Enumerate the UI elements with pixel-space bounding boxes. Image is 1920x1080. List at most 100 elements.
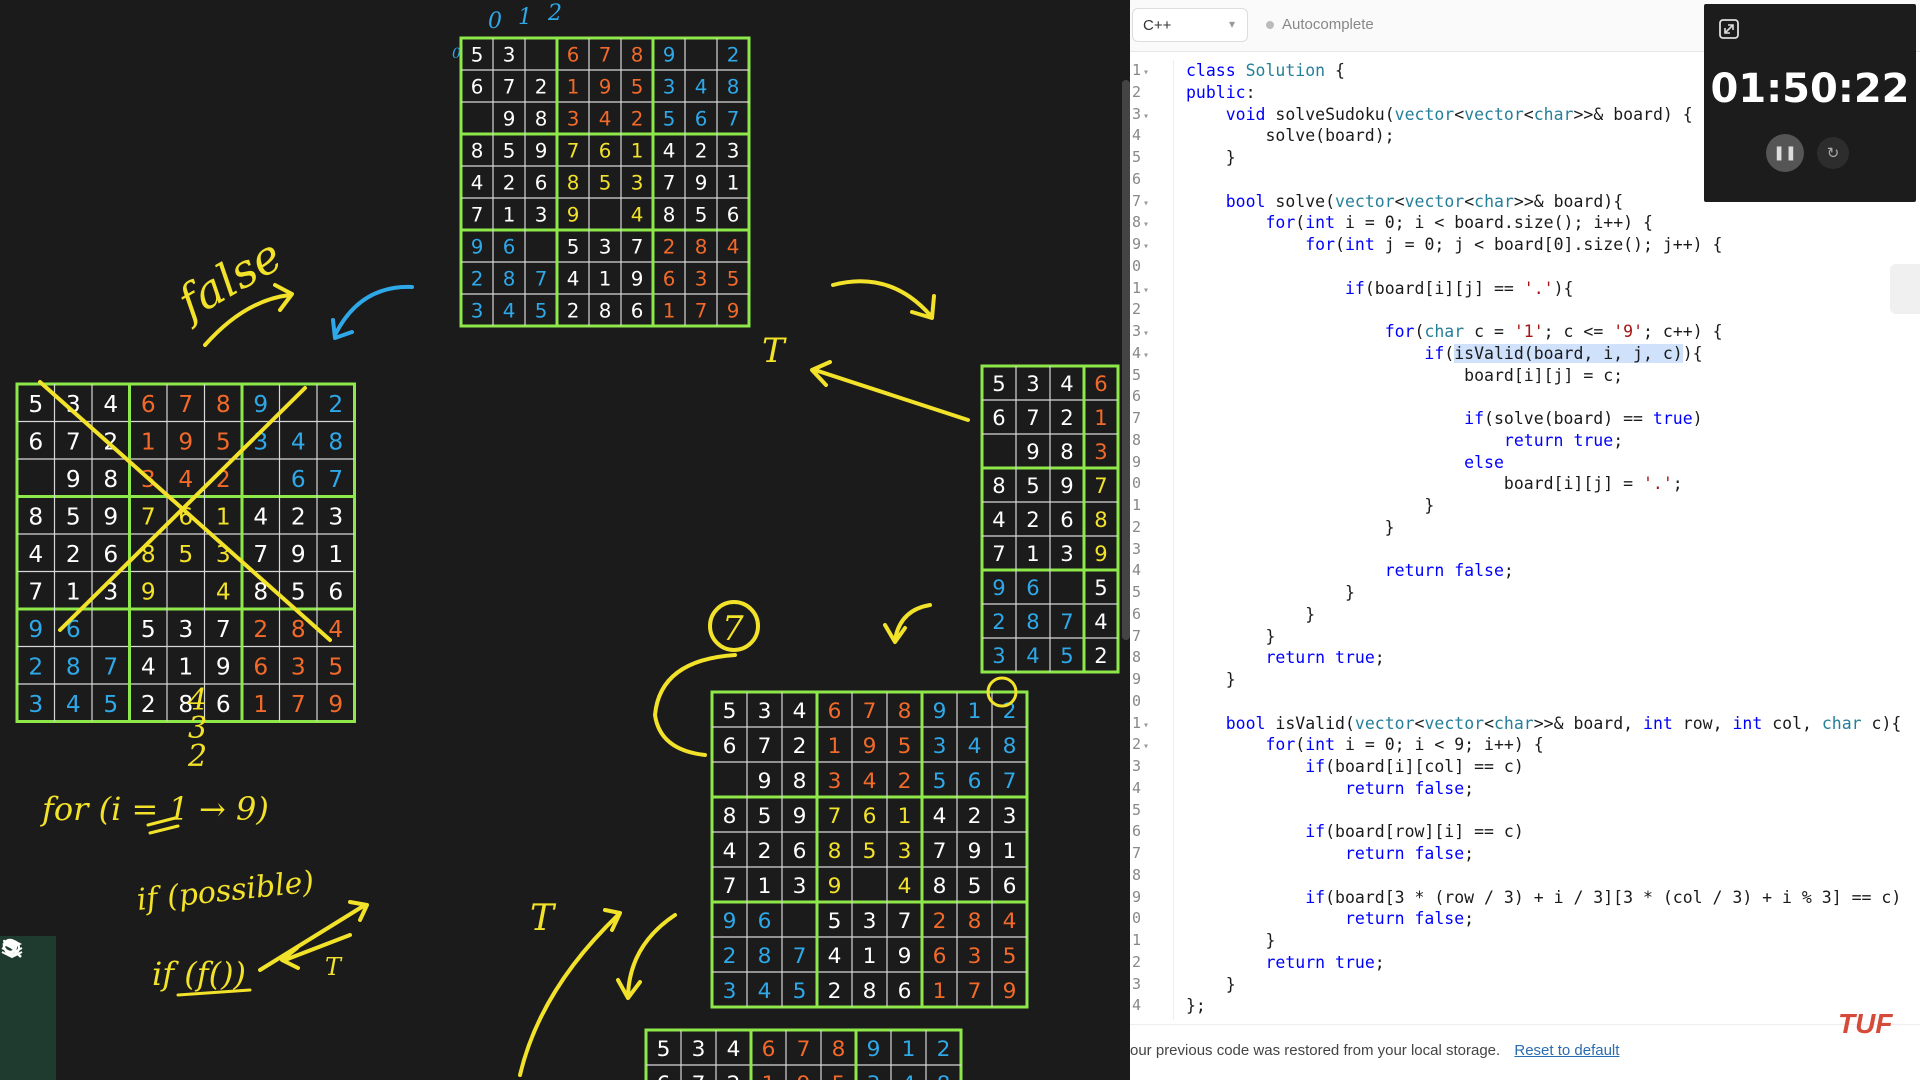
fold-chevron-icon[interactable]: ▾ (1143, 111, 1149, 122)
language-select[interactable]: C++ ▾ (1132, 8, 1248, 42)
code-line: if(board[i][col] == c) (1305, 757, 1524, 776)
fold-chevron-icon[interactable]: ▾ (1143, 219, 1149, 230)
line-number: 1 ▾ (1132, 278, 1150, 297)
top-sudoku-grid-digit: 8 (663, 204, 676, 227)
top-sudoku-grid-digit: 3 (471, 300, 484, 323)
bottom-sudoku-grid-digit: 1 (863, 944, 877, 969)
bottom-sudoku-grid-digit: 4 (828, 944, 842, 969)
left-sudoku-grid-digit: 9 (103, 503, 118, 530)
history-icon[interactable] (2, 939, 45, 1069)
line-number: 1 (1132, 496, 1142, 514)
left-sudoku-grid-digit: 5 (178, 541, 193, 568)
bottom-sudoku-grid-digit: 2 (968, 804, 982, 829)
top-sudoku-grid-digit: 9 (631, 268, 644, 291)
right-sudoku-grid-digit: 4 (1094, 609, 1107, 634)
fold-chevron-icon[interactable]: ▾ (1143, 241, 1149, 252)
top-sudoku-grid-digit: 7 (599, 44, 612, 67)
bottom-sudoku-grid-digit: 2 (933, 909, 947, 934)
code-line: return true; (1503, 430, 1624, 450)
line-number: 2 (1132, 82, 1142, 101)
bottom-sudoku-grid-digit: 8 (863, 979, 877, 1004)
bottom-sudoku-grid-digit: 2 (898, 769, 912, 794)
strip-sudoku-grid-digit: 8 (937, 1072, 951, 1080)
left-sudoku-grid-digit: 7 (253, 541, 268, 568)
fold-chevron-icon[interactable]: ▾ (1143, 285, 1149, 296)
reset-to-default-link[interactable]: Reset to default (1514, 1042, 1619, 1059)
bottom-sudoku-grid-digit: 6 (863, 804, 877, 829)
bottom-sudoku-grid-digit: 5 (723, 699, 737, 724)
line-number: 2 (1132, 952, 1142, 971)
line-number: 2 (1132, 300, 1142, 319)
code-line: if(board[row][i] == c) (1305, 822, 1524, 842)
false-note: false (166, 228, 291, 331)
code-line: if(board[3 * (row / 3) + i / 3][3 * (col… (1305, 887, 1902, 907)
top-sudoku-grid-digit: 8 (471, 140, 484, 163)
t-arrow-note: T (325, 953, 343, 981)
up-arrow (518, 913, 620, 1077)
fold-chevron-icon[interactable]: ▾ (1143, 328, 1149, 339)
t-note: T (530, 898, 557, 939)
left-sudoku-grid-digit: 3 (291, 653, 306, 680)
line-number: 7 (1132, 409, 1142, 427)
bottom-sudoku-grid-digit: 6 (758, 909, 772, 934)
code-line: } (1186, 626, 1276, 646)
left-sudoku-grid-digit: 9 (291, 541, 306, 568)
top-sudoku-grid-digit: 6 (663, 268, 676, 291)
right-sudoku-grid-digit: 7 (1026, 405, 1039, 430)
if-possible-note: if (possible) (135, 865, 316, 918)
line-number: 9 ▾ (1132, 235, 1150, 253)
left-sudoku-grid-digit: 9 (253, 391, 268, 418)
right-sudoku-grid-digit: 8 (1094, 507, 1107, 532)
left-sudoku-grid-digit: 7 (28, 578, 43, 605)
line-number: 0 (1132, 691, 1142, 710)
search-icon[interactable] (2, 938, 45, 1025)
fold-chevron-icon[interactable]: ▾ (1143, 741, 1149, 752)
bottom-sudoku-grid-digit: 4 (758, 979, 772, 1004)
top-sudoku-grid-digit: 2 (663, 236, 676, 259)
left-sudoku-grid-digit: 1 (328, 541, 343, 568)
top-sudoku-grid-digit: 5 (631, 76, 644, 99)
fold-chevron-icon[interactable]: ▾ (1143, 720, 1149, 731)
top-sudoku-grid-digit: 4 (503, 300, 516, 323)
code-line: if(board[i][j] == '.'){ (1344, 278, 1574, 298)
code-line: class Solution { (1186, 61, 1345, 80)
top-sudoku-grid-digit: 4 (727, 236, 740, 259)
expand-icon[interactable] (1718, 18, 1740, 40)
whiteboard-canvas[interactable]: 5367892672195348983425678597614234268537… (0, 0, 1130, 1080)
top-sudoku-grid-digit: 8 (727, 76, 740, 99)
side-panel-tab[interactable] (1890, 264, 1920, 314)
code-line: return false; (1344, 844, 1475, 863)
bottom-sudoku-grid-digit: 9 (863, 734, 877, 759)
code-area[interactable]: class Solution {public: void solveSudoku… (1186, 60, 1920, 1020)
bottom-sudoku-grid-digit: 3 (758, 699, 772, 724)
left-sudoku-grid-digit: 2 (291, 503, 306, 530)
top-sudoku-grid-digit: 1 (663, 300, 676, 323)
fold-chevron-icon[interactable]: ▾ (1143, 67, 1149, 78)
right-sudoku-grid-digit: 2 (1060, 405, 1073, 430)
autocomplete-toggle[interactable]: Autocomplete (1266, 16, 1374, 33)
panel-resize-handle[interactable] (1122, 80, 1130, 640)
bottom-sudoku-grid-digit: 2 (828, 979, 842, 1004)
line-number: 4 (1132, 561, 1142, 580)
strip-sudoku-grid-digit: 6 (657, 1072, 671, 1080)
bottom-sudoku-grid-digit: 4 (863, 769, 877, 794)
whiteboard-drawing: 5 3 6 7 8 9 26 7 2 1 9 5 3 4 89 8 3 4 2 5 6 78 5 9 7 6 1 4 2 34 2 6 8 5 3 7… (15, 1, 1120, 1080)
top-sudoku-grid-digit: 3 (663, 76, 676, 99)
bottom-sudoku-grid-digit: 5 (793, 979, 807, 1004)
line-number: 6 (1132, 169, 1142, 188)
top-sudoku-grid-digit: 1 (567, 76, 580, 99)
fold-chevron-icon[interactable]: ▾ (1143, 198, 1149, 209)
top-sudoku-grid-digit: 1 (631, 140, 644, 163)
line-number: 0 (1132, 474, 1142, 493)
t-note: T (762, 331, 787, 371)
left-sudoku-grid-digit: 6 (216, 691, 231, 718)
code-line: } (1186, 931, 1276, 950)
bottom-sudoku-grid-digit: 2 (793, 734, 807, 759)
right-sudoku-grid-digit: 4 (1060, 371, 1073, 396)
restart-button[interactable]: ↻ (1817, 137, 1849, 169)
bottom-sudoku-grid-digit: 7 (968, 979, 982, 1004)
pause-button[interactable]: ❚❚ (1766, 134, 1804, 172)
right-sudoku-grid-digit: 8 (992, 473, 1005, 498)
brand-logo: TUF (1838, 1008, 1893, 1039)
fold-chevron-icon[interactable]: ▾ (1143, 350, 1149, 361)
